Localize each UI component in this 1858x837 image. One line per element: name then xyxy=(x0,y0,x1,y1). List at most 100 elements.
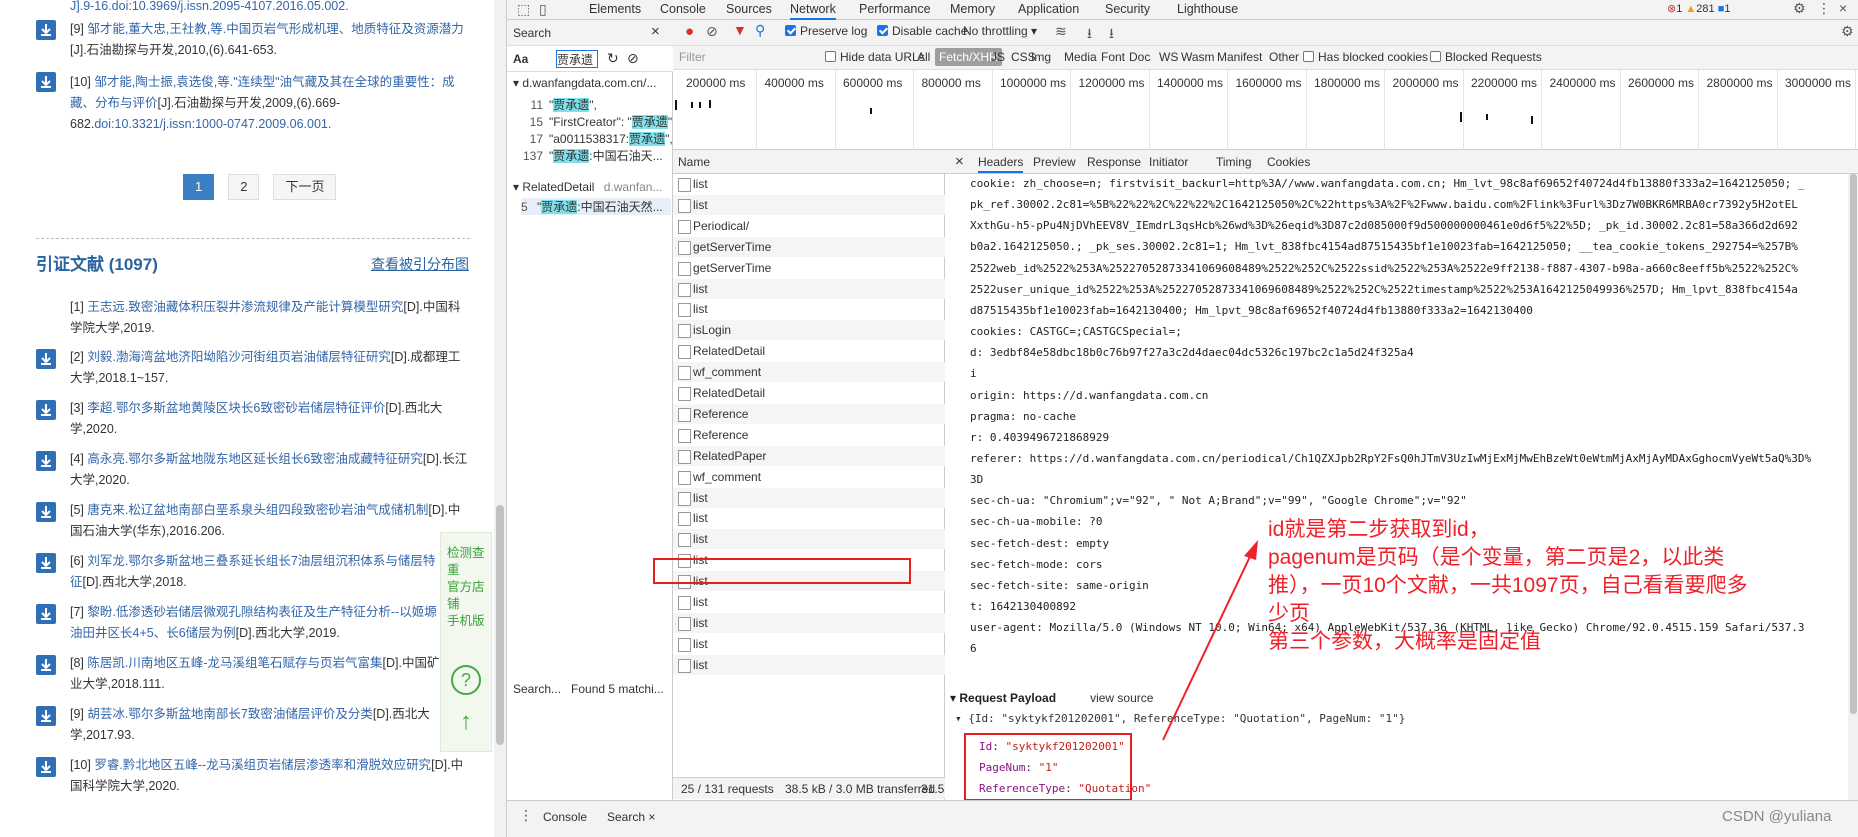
request-row[interactable]: list xyxy=(673,174,945,194)
view-source-link[interactable]: view source xyxy=(1090,691,1153,705)
filter-type-media[interactable]: Media xyxy=(1064,50,1097,64)
back-to-top-icon[interactable]: ↑ xyxy=(451,709,481,739)
download-icon[interactable] xyxy=(36,706,56,726)
refresh-icon[interactable]: ↻ xyxy=(607,50,619,67)
filter-icon[interactable]: ▼ xyxy=(733,22,747,38)
ref-doi[interactable]: doi:10.3321/j.issn:1000-0747.2009.06.001… xyxy=(94,117,331,131)
page-1-button[interactable]: 1 xyxy=(183,174,215,200)
detail-tab-headers[interactable]: Headers xyxy=(978,155,1024,173)
download-icon[interactable] xyxy=(36,757,56,777)
import-har-icon[interactable]: ⭳ xyxy=(1087,23,1092,47)
request-row[interactable]: RelatedDetail xyxy=(673,341,945,361)
request-row[interactable]: list xyxy=(673,299,945,319)
search-icon[interactable]: ⚲ xyxy=(755,22,765,39)
tab-sources[interactable]: Sources xyxy=(726,0,772,20)
download-icon[interactable] xyxy=(36,553,56,573)
ref-link[interactable]: 邹才能,董大忠,王社教,等.中国页岩气形成机理、地质特征及资源潜力 xyxy=(87,22,463,36)
blocked-cookies-checkbox[interactable]: Has blocked cookies xyxy=(1303,50,1428,64)
request-row[interactable]: Periodical/ xyxy=(673,216,945,236)
tab-elements[interactable]: Elements xyxy=(589,0,641,20)
filter-type-doc[interactable]: Doc xyxy=(1129,50,1150,64)
filter-type-img[interactable]: Img xyxy=(1031,50,1051,64)
preserve-log-checkbox[interactable]: Preserve log xyxy=(785,24,867,38)
filter-type-font[interactable]: Font xyxy=(1101,50,1125,64)
request-row[interactable]: list xyxy=(673,654,945,675)
download-icon[interactable] xyxy=(36,451,56,471)
filter-type-wasm[interactable]: Wasm xyxy=(1181,50,1215,64)
request-row[interactable]: list xyxy=(673,278,945,299)
request-row[interactable]: wf_comment xyxy=(673,467,945,487)
tab-console[interactable]: Console xyxy=(660,0,706,20)
device-toolbar-icon[interactable]: ▯ xyxy=(539,1,547,18)
name-column-header[interactable]: Name xyxy=(673,150,945,174)
download-icon[interactable] xyxy=(36,400,56,420)
page-2-button[interactable]: 2 xyxy=(228,174,260,200)
timeline-overview[interactable]: 200000 ms 400000 ms 600000 ms 800000 ms 1000… xyxy=(673,70,1858,150)
ref-link[interactable]: 罗睿.黔北地区五峰--龙马溪组页岩储层渗透率和滑脱效应研究 xyxy=(94,758,431,772)
page-scrollbar[interactable] xyxy=(494,0,506,837)
tab-lighthouse[interactable]: Lighthouse xyxy=(1177,0,1238,20)
download-icon[interactable] xyxy=(36,72,56,92)
ref-link[interactable]: 胡芸冰.鄂尔多斯盆地南部长7致密油储层评价及分类 xyxy=(87,707,372,721)
request-row[interactable]: wf_comment xyxy=(673,362,945,383)
filter-type-ws[interactable]: WS xyxy=(1159,50,1178,64)
drawer-tab-console[interactable]: Console xyxy=(543,810,587,824)
request-row[interactable]: RelatedPaper xyxy=(673,445,945,466)
close-detail-icon[interactable]: × xyxy=(955,153,964,170)
clear-log-icon[interactable]: ⊘ xyxy=(706,23,718,40)
tab-application[interactable]: Application xyxy=(1018,0,1079,20)
request-row[interactable]: RelatedDetail xyxy=(673,383,945,403)
drawer-tab-search[interactable]: Search × xyxy=(607,810,655,824)
request-row[interactable]: list xyxy=(673,487,945,508)
detail-tab-response[interactable]: Response xyxy=(1087,155,1141,169)
hide-data-urls-checkbox[interactable]: Hide data URLs xyxy=(825,50,925,64)
drawer-menu-icon[interactable]: ⋮ xyxy=(519,807,533,824)
close-search-icon[interactable]: × xyxy=(651,23,660,40)
inspect-icon[interactable]: ⬚ xyxy=(517,1,530,18)
search-result-line[interactable]: 15 "FirstCreator": "贾承遗", xyxy=(521,113,675,130)
tab-performance[interactable]: Performance xyxy=(859,0,931,20)
payload-summary[interactable]: ▾ {Id: "syktykf201202001", ReferenceType… xyxy=(955,712,1405,725)
tab-network[interactable]: Network xyxy=(790,0,836,20)
search-result-file[interactable]: ▾ d.wanfangdata.com.cn/... xyxy=(513,76,656,90)
ref-link[interactable]: 王志远.致密油藏体积压裂井渗流规律及产能计算模型研究 xyxy=(87,300,403,314)
throttling-select[interactable]: No throttling ▾ xyxy=(963,24,1037,38)
request-row[interactable]: list xyxy=(673,592,945,612)
request-row[interactable]: Reference xyxy=(673,403,945,424)
ref-link[interactable]: 刘毅.渤海湾盆地济阳坳陷沙河街组页岩油储层特征研究 xyxy=(87,350,390,364)
citation-distribution-link[interactable]: 查看被引分布图 xyxy=(371,254,469,274)
export-har-icon[interactable]: ⭳ xyxy=(1109,23,1114,47)
download-icon[interactable] xyxy=(36,655,56,675)
download-icon[interactable] xyxy=(36,349,56,369)
search-result-file[interactable]: ▾ RelatedDetail d.wanfan... xyxy=(513,180,662,194)
filter-input[interactable]: Filter xyxy=(679,50,706,64)
ref-link[interactable]: 陈居凯.川南地区五峰-龙马溪组笔石赋存与页岩气富集 xyxy=(87,656,382,670)
clear-icon[interactable]: ⊘ xyxy=(627,50,639,67)
record-icon[interactable]: ● xyxy=(685,23,694,40)
filter-type-manifest[interactable]: Manifest xyxy=(1217,50,1262,64)
close-devtools-icon[interactable]: × xyxy=(1839,0,1847,16)
detail-tab-initiator[interactable]: Initiator xyxy=(1149,155,1188,169)
detail-tab-preview[interactable]: Preview xyxy=(1033,155,1076,169)
next-page-button[interactable]: 下一页 xyxy=(273,174,337,200)
ref-item-tail[interactable]: J].9-16.doi:10.3969/j.issn.2095-4107.201… xyxy=(70,0,470,17)
blocked-requests-checkbox[interactable]: Blocked Requests xyxy=(1430,50,1542,64)
request-row[interactable]: list xyxy=(673,508,945,528)
more-menu-icon[interactable]: ⋮ xyxy=(1817,0,1831,17)
download-icon[interactable] xyxy=(36,20,56,40)
network-settings-icon[interactable]: ⚙ xyxy=(1841,23,1854,40)
ref-link[interactable]: 唐克来.松辽盆地南部白垩系泉头组四段致密砂岩油气成储机制 xyxy=(87,503,428,517)
tab-memory[interactable]: Memory xyxy=(950,0,995,20)
issues-counter[interactable]: ⊗1 ▲281 ■1 xyxy=(1667,0,1731,20)
disable-cache-checkbox[interactable]: Disable cache xyxy=(877,24,967,38)
search-input[interactable]: 贾承遗 xyxy=(556,50,598,68)
request-row[interactable]: list xyxy=(673,194,945,215)
match-case-toggle[interactable]: Aa xyxy=(513,52,528,66)
plagiarism-check-link[interactable]: 检测查重 官方店铺 xyxy=(447,545,491,613)
help-icon[interactable]: ? xyxy=(451,665,481,695)
request-row[interactable]: list xyxy=(673,529,945,550)
tab-security[interactable]: Security xyxy=(1105,0,1150,20)
search-result-line[interactable]: 137 "贾承遗:中国石油天... xyxy=(521,147,663,164)
download-icon[interactable] xyxy=(36,502,56,522)
filter-type-other[interactable]: Other xyxy=(1269,50,1299,64)
